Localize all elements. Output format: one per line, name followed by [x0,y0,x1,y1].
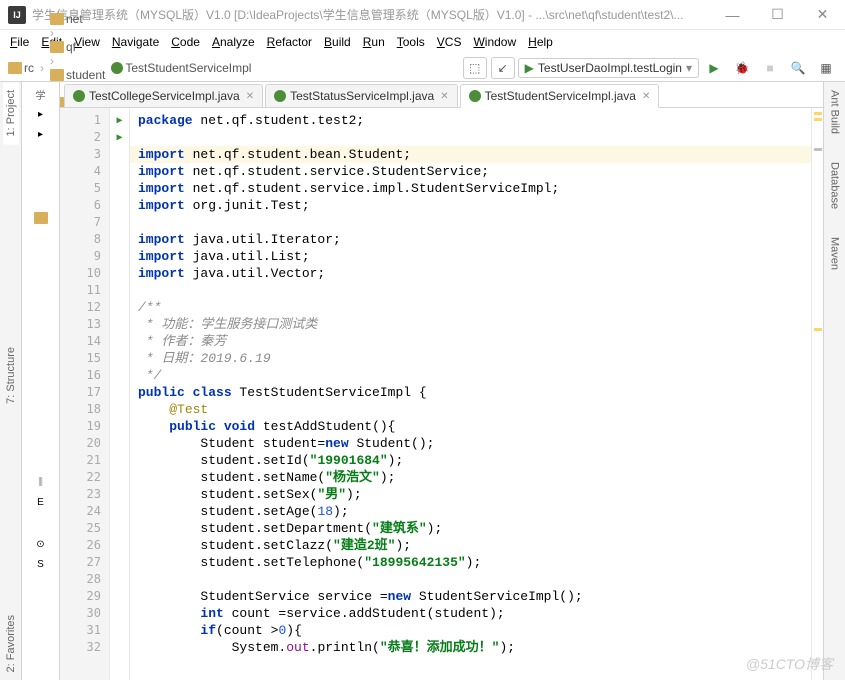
watermark: @51CTO博客 [746,654,833,674]
line-number-gutter[interactable]: 1234567891011121314151617181920212223242… [60,108,110,680]
close-button[interactable]: ✕ [800,0,845,30]
editor-tabs: TestCollegeServiceImpl.java✕TestStatusSe… [60,82,823,108]
close-icon[interactable]: ✕ [438,91,448,102]
breadcrumb-item[interactable]: student [48,68,107,82]
menu-help[interactable]: Help [522,33,559,51]
menu-run[interactable]: Run [357,33,391,51]
editor-tab[interactable]: TestCollegeServiceImpl.java✕ [64,84,263,107]
annotation-gutter[interactable]: ▶▶ [110,108,130,680]
status-label: S [32,556,50,572]
menu-vcs[interactable]: VCS [431,33,468,51]
menu-window[interactable]: Window [467,33,522,51]
tool-tab[interactable]: Maven [827,229,843,278]
tree-arrow-icon[interactable]: ▸ [32,126,50,142]
search-button[interactable]: 🔍 [786,57,810,79]
close-icon[interactable]: ✕ [640,91,650,102]
left-tool-stripe: 1: Project 7: Structure 2: Favorites [0,82,22,680]
back-button[interactable]: ⬚ [463,57,487,79]
class-icon [274,90,286,102]
breadcrumb-item[interactable]: net [48,12,107,26]
run-button[interactable]: ▶ [702,57,726,79]
tool-tab[interactable]: Database [827,154,843,217]
run-config-selector[interactable]: ▶ TestUserDaoImpl.testLogin ▾ [518,58,699,78]
breadcrumb-item[interactable]: qf [48,40,107,54]
class-label: E [32,494,50,510]
run-icon: ▶ [525,61,534,75]
class-icon [73,90,85,102]
menu-refactor[interactable]: Refactor [261,33,318,51]
tool-tab[interactable]: 1: Project [3,82,19,144]
tool-tab[interactable]: Ant Build [827,82,843,142]
class-icon [111,62,123,74]
right-tool-stripe: Ant Build Database Maven [823,82,845,680]
more-button[interactable]: ▦ [814,57,838,79]
menu-build[interactable]: Build [318,33,357,51]
class-icon [469,90,481,102]
editor-tab[interactable]: TestStudentServiceImpl.java✕ [460,84,660,108]
editor-tab[interactable]: TestStatusServiceImpl.java✕ [265,84,457,107]
minimize-button[interactable]: — [710,0,755,30]
tree-arrow-icon[interactable]: ▸ [32,106,50,122]
tool-tab[interactable]: 7: Structure [3,339,19,412]
code-editor[interactable]: package net.qf.student.test2;import net.… [130,108,811,680]
folder-icon [8,62,22,74]
tool-tab[interactable]: 2: Favorites [3,607,19,680]
sort-icon[interactable]: ⊙ [32,536,50,552]
close-icon[interactable]: ✕ [244,91,254,102]
project-tool-window[interactable]: 学 ▸ ▸ ⫼ E ⊙ S [22,82,60,680]
project-label: 学 [32,86,50,102]
structure-icon: ⫼ [32,474,50,490]
fwd-button[interactable]: ↙ [491,57,515,79]
nav-toolbar: rc › net›qf›student›test2› TestStudentSe… [0,54,845,82]
folder-icon[interactable] [34,212,48,224]
stop-button[interactable]: ■ [758,57,782,79]
debug-button[interactable]: 🐞 [730,57,754,79]
error-stripe[interactable] [811,108,823,680]
menu-tools[interactable]: Tools [391,33,431,51]
maximize-button[interactable]: ☐ [755,0,800,30]
